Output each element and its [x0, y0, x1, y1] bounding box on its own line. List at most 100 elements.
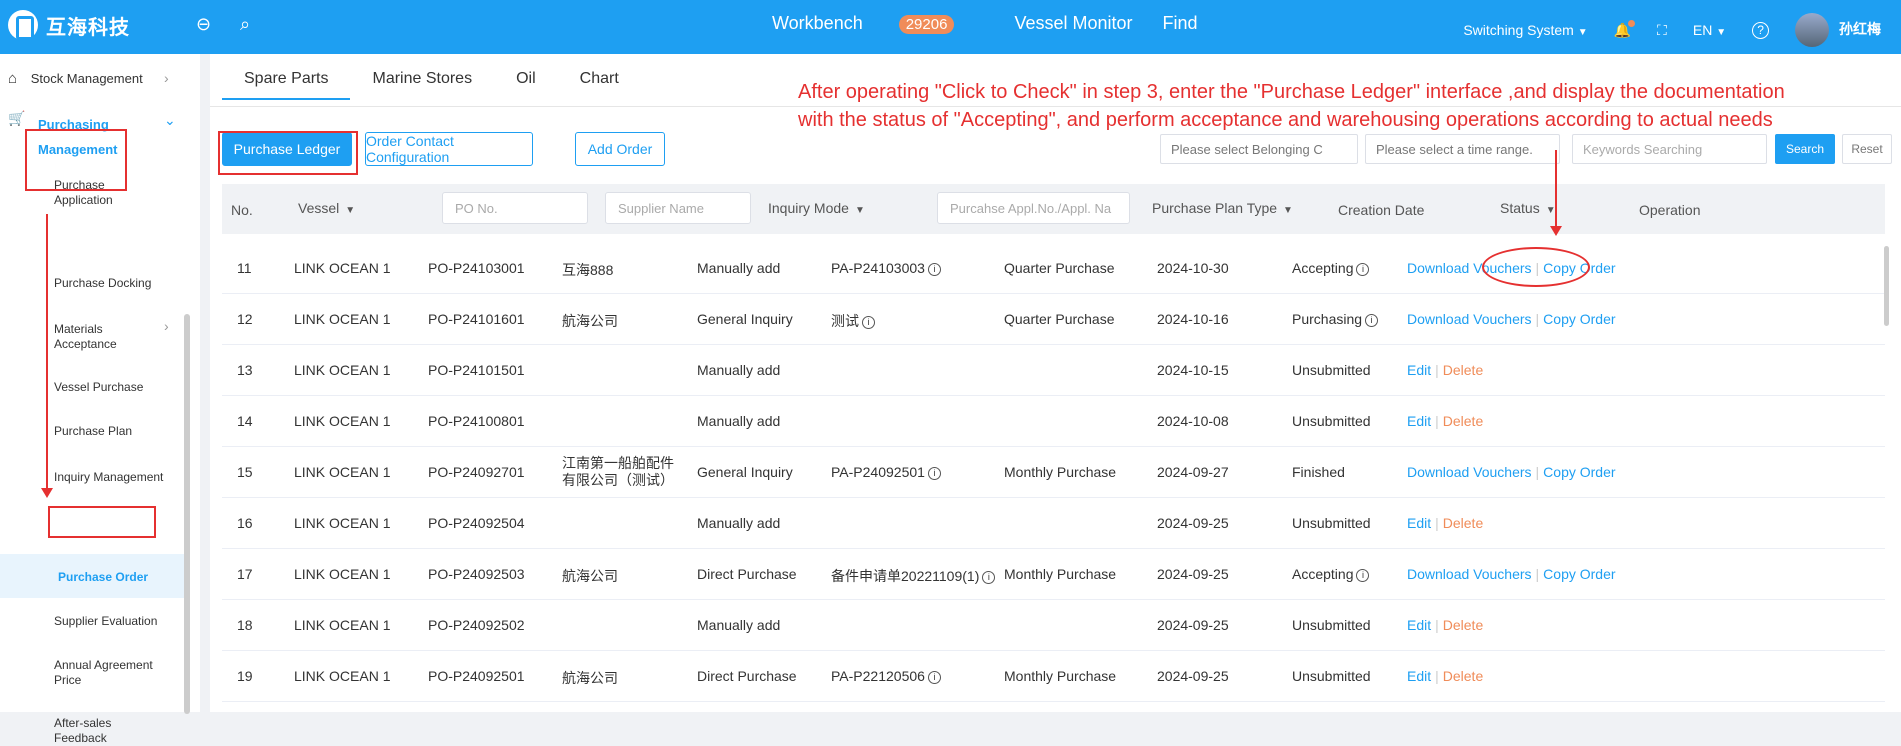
- header-purchase-plan-type[interactable]: Purchase Plan Type ▼: [1152, 200, 1293, 216]
- cell-status: Accepting i: [1292, 566, 1370, 582]
- belonging-company-select[interactable]: Please select Belonging C: [1160, 134, 1358, 164]
- sidebar-item-purchase-plan[interactable]: Purchase Plan: [54, 424, 164, 439]
- chevron-right-icon: ›: [164, 318, 169, 334]
- info-icon[interactable]: i: [982, 570, 996, 584]
- delete-link[interactable]: Delete: [1443, 617, 1483, 633]
- info-icon[interactable]: i: [862, 315, 875, 329]
- cell-operation: Download Vouchers | Copy Order: [1407, 566, 1616, 582]
- download-vouchers-link[interactable]: Download Vouchers: [1407, 464, 1532, 480]
- copy-order-link[interactable]: Copy Order: [1543, 311, 1615, 327]
- highlight-box-purchase-ledger: [218, 131, 358, 175]
- tab-marine-stores[interactable]: Marine Stores: [350, 70, 494, 100]
- cell-status: Accepting i: [1292, 260, 1370, 276]
- sidebar-item-purchase-docking[interactable]: Purchase Docking: [54, 276, 164, 291]
- sidebar-item-stock-management[interactable]: ⌂ Stock Management: [8, 70, 143, 87]
- cell-purchase-appl: 备件申请单20221109(1) i: [831, 566, 996, 586]
- cell-po-no-text: PO-P24101501: [428, 362, 525, 378]
- copy-order-link[interactable]: Copy Order: [1543, 566, 1615, 582]
- cell-operation: Edit | Delete: [1407, 617, 1483, 633]
- main-panel: Spare Parts Marine Stores Oil Chart Afte…: [210, 54, 1901, 712]
- sidebar-item-supplier-evaluation[interactable]: Supplier Evaluation: [54, 614, 164, 629]
- sidebar-item-after-sales-feedback[interactable]: After-sales Feedback: [54, 716, 164, 746]
- highlight-box-purchasing-management: [25, 129, 127, 191]
- cell-operation: Edit | Delete: [1407, 668, 1483, 684]
- search-button[interactable]: Search: [1775, 134, 1835, 164]
- copy-order-link[interactable]: Copy Order: [1543, 464, 1615, 480]
- add-order-button[interactable]: Add Order: [575, 132, 665, 166]
- edit-link[interactable]: Edit: [1407, 413, 1431, 429]
- info-icon[interactable]: i: [927, 262, 941, 276]
- keywords-search-input[interactable]: Keywords Searching: [1572, 134, 1767, 164]
- edit-link[interactable]: Edit: [1407, 362, 1431, 378]
- cell-vessel: LINK OCEAN 1: [294, 362, 390, 378]
- search-icon[interactable]: ⌕: [240, 14, 250, 35]
- edit-link[interactable]: Edit: [1407, 668, 1431, 684]
- delete-link[interactable]: Delete: [1443, 362, 1483, 378]
- reset-button[interactable]: Reset: [1842, 134, 1892, 164]
- sidebar-item-inquiry-management[interactable]: Inquiry Management: [54, 470, 164, 485]
- supplier-name-filter[interactable]: Supplier Name: [605, 192, 751, 224]
- fullscreen-icon[interactable]: ⛶: [1657, 22, 1667, 39]
- header-vessel[interactable]: Vessel ▼: [298, 200, 355, 216]
- cell-status-text: Accepting: [1292, 566, 1354, 582]
- download-vouchers-link[interactable]: Download Vouchers: [1407, 311, 1532, 327]
- back-icon[interactable]: ⊖: [196, 14, 211, 35]
- sidebar-scrollbar[interactable]: [184, 314, 190, 714]
- nav-workbench-label: Workbench: [772, 13, 863, 33]
- delete-link[interactable]: Delete: [1443, 413, 1483, 429]
- switch-system-dropdown[interactable]: Switching System ▼: [1463, 22, 1587, 38]
- sidebar-item-annual-agreement-price[interactable]: Annual Agreement Price: [54, 658, 164, 688]
- nav-vessel-monitor[interactable]: Vessel Monitor: [1014, 13, 1132, 34]
- cell-creation-date: 2024-10-30: [1157, 260, 1229, 276]
- info-icon[interactable]: i: [1356, 262, 1370, 276]
- edit-link[interactable]: Edit: [1407, 515, 1431, 531]
- po-no-filter[interactable]: PO No.: [442, 192, 588, 224]
- cell-purchase-appl-text: PA-P22120506: [831, 668, 925, 684]
- help-icon[interactable]: ?: [1752, 21, 1770, 39]
- header-status[interactable]: Status ▼: [1500, 200, 1556, 216]
- user-name: 孙红梅: [1839, 20, 1881, 37]
- info-icon[interactable]: i: [927, 670, 941, 684]
- order-contact-configuration-button[interactable]: Order Contact Configuration: [365, 132, 533, 166]
- nav-workbench[interactable]: Workbench 29206: [772, 13, 984, 34]
- cell-purchase-appl: 测试 i: [831, 311, 875, 331]
- cell-creation-date: 2024-09-25: [1157, 617, 1229, 633]
- bell-icon[interactable]: 🔔: [1614, 19, 1636, 39]
- cell-supplier: 航海公司: [562, 566, 618, 586]
- purchase-appl-filter[interactable]: Purcahse Appl.No./Appl. Na: [937, 192, 1130, 224]
- cell-status-text: Unsubmitted: [1292, 515, 1371, 531]
- info-icon[interactable]: i: [927, 466, 941, 480]
- cell-supplier: 互海888: [562, 260, 613, 280]
- cell-no-text: 18: [237, 617, 253, 633]
- divider: |: [1435, 413, 1439, 429]
- sidebar-item-materials-acceptance[interactable]: Materials Acceptance: [54, 322, 164, 352]
- time-range-picker[interactable]: Please select a time range.: [1365, 134, 1560, 164]
- cell-inquiry-mode: Manually add: [697, 362, 780, 378]
- table-scrollbar[interactable]: [1884, 246, 1889, 326]
- download-vouchers-link[interactable]: Download Vouchers: [1407, 566, 1532, 582]
- edit-link[interactable]: Edit: [1407, 617, 1431, 633]
- divider: |: [1435, 362, 1439, 378]
- app-logo[interactable]: 互海科技: [8, 10, 130, 40]
- cell-plan-type-text: Monthly Purchase: [1004, 566, 1117, 582]
- cell-purchase-appl: PA-P22120506 i: [831, 668, 941, 684]
- user-menu[interactable]: 孙红梅: [1795, 13, 1881, 47]
- cell-operation: Edit | Delete: [1407, 362, 1483, 378]
- delete-link[interactable]: Delete: [1443, 515, 1483, 531]
- tab-oil[interactable]: Oil: [494, 70, 558, 100]
- cell-inquiry-mode-text: Manually add: [697, 515, 781, 531]
- cell-no: 19: [237, 668, 253, 684]
- delete-link[interactable]: Delete: [1443, 668, 1483, 684]
- nav-find[interactable]: Find: [1163, 13, 1198, 34]
- sidebar-item-vessel-purchase[interactable]: Vessel Purchase: [54, 380, 164, 395]
- tab-bar: Spare Parts Marine Stores Oil Chart: [222, 70, 641, 100]
- cell-supplier-text: 江南第一船舶配件有限公司（测试）: [562, 455, 674, 488]
- header-inquiry-mode[interactable]: Inquiry Mode ▼: [768, 200, 865, 216]
- sidebar-item-purchase-order[interactable]: Purchase Order: [58, 570, 168, 585]
- info-icon[interactable]: i: [1356, 568, 1370, 582]
- language-dropdown[interactable]: EN ▼: [1693, 22, 1726, 38]
- tab-chart[interactable]: Chart: [558, 70, 641, 100]
- info-icon[interactable]: i: [1365, 313, 1379, 327]
- tab-spare-parts[interactable]: Spare Parts: [222, 70, 351, 100]
- cell-status-text: Finished: [1292, 464, 1345, 480]
